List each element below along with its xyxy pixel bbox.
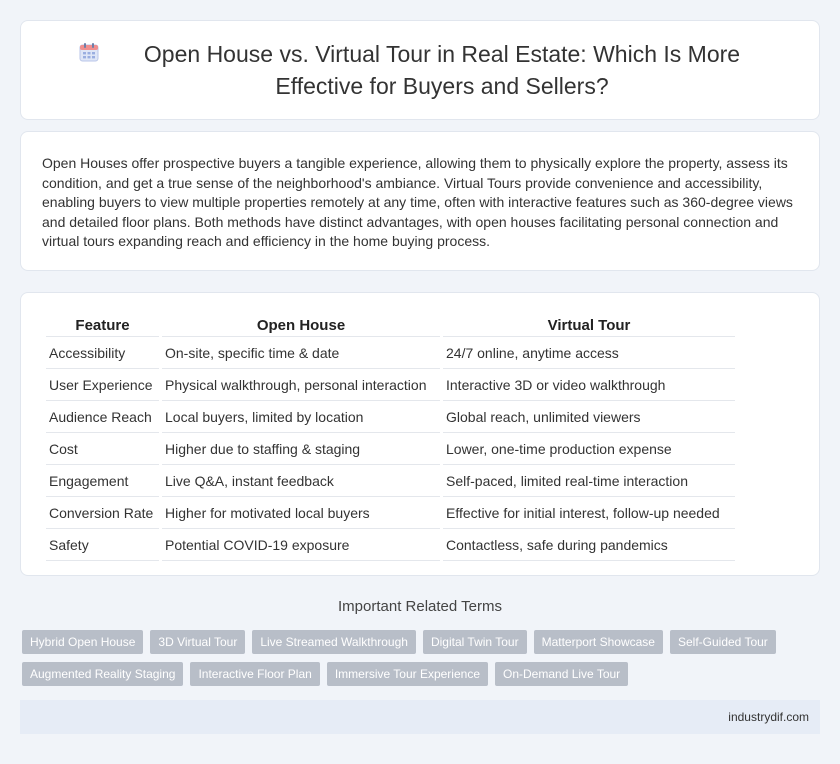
table-cell-virtual-tour: Self-paced, limited real-time interactio… [443,467,735,497]
footer-site-link[interactable]: industrydif.com [728,710,809,724]
tag-matterport-showcase[interactable]: Matterport Showcase [533,630,663,654]
table-row: Engagement Live Q&A, instant feedback Se… [46,467,735,497]
table-row: Conversion Rate Higher for motivated loc… [46,499,735,529]
table-cell-virtual-tour: Lower, one-time production expense [443,435,735,465]
table-cell-open-house: Potential COVID-19 exposure [162,531,440,561]
tag-augmented-reality-staging[interactable]: Augmented Reality Staging [22,662,184,686]
comparison-card: Feature Open House Virtual Tour Accessib… [20,292,820,576]
column-header-virtual-tour: Virtual Tour [443,313,735,337]
tag-interactive-floor-plan[interactable]: Interactive Floor Plan [190,662,320,686]
table-row: Cost Higher due to staffing & staging Lo… [46,435,735,465]
table-cell-open-house: Physical walkthrough, personal interacti… [162,371,440,401]
related-terms-heading: Important Related Terms [338,598,502,615]
table-cell-feature: User Experience [46,371,159,401]
table-row: Safety Potential COVID-19 exposure Conta… [46,531,735,561]
table-cell-feature: Accessibility [46,339,159,369]
table-cell-feature: Audience Reach [46,403,159,433]
table-cell-feature: Conversion Rate [46,499,159,529]
related-terms-list: Hybrid Open House 3D Virtual Tour Live S… [22,630,812,694]
table-cell-open-house: Local buyers, limited by location [162,403,440,433]
table-cell-virtual-tour: Effective for initial interest, follow-u… [443,499,735,529]
table-cell-virtual-tour: Global reach, unlimited viewers [443,403,735,433]
tag-live-streamed-walkthrough[interactable]: Live Streamed Walkthrough [252,630,416,654]
title-wrap: Open House vs. Virtual Tour in Real Esta… [38,38,802,102]
table-cell-virtual-tour: Interactive 3D or video walkthrough [443,371,735,401]
intro-paragraph: Open Houses offer prospective buyers a t… [42,155,793,250]
tag-digital-twin-tour[interactable]: Digital Twin Tour [422,630,527,654]
intro-card: Open Houses offer prospective buyers a t… [20,131,820,271]
table-cell-virtual-tour: 24/7 online, anytime access [443,339,735,369]
tag-self-guided-tour[interactable]: Self-Guided Tour [669,630,776,654]
table-cell-open-house: Live Q&A, instant feedback [162,467,440,497]
table-cell-open-house: On-site, specific time & date [162,339,440,369]
comparison-table: Feature Open House Virtual Tour Accessib… [43,311,738,563]
tag-on-demand-live-tour[interactable]: On-Demand Live Tour [495,662,629,686]
table-cell-feature: Engagement [46,467,159,497]
table-row: Audience Reach Local buyers, limited by … [46,403,735,433]
table-cell-open-house: Higher due to staffing & staging [162,435,440,465]
table-row: Accessibility On-site, specific time & d… [46,339,735,369]
footer: industrydif.com [20,700,820,734]
title-card: Open House vs. Virtual Tour in Real Esta… [20,20,820,120]
tag-hybrid-open-house[interactable]: Hybrid Open House [22,630,144,654]
table-cell-feature: Cost [46,435,159,465]
tag-3d-virtual-tour[interactable]: 3D Virtual Tour [150,630,246,654]
table-header-row: Feature Open House Virtual Tour [46,313,735,337]
table-cell-open-house: Higher for motivated local buyers [162,499,440,529]
table-cell-feature: Safety [46,531,159,561]
table-row: User Experience Physical walkthrough, pe… [46,371,735,401]
column-header-feature: Feature [46,313,159,337]
calendar-icon [78,41,100,63]
table-cell-virtual-tour: Contactless, safe during pandemics [443,531,735,561]
tag-immersive-tour-experience[interactable]: Immersive Tour Experience [326,662,488,686]
column-header-open-house: Open House [162,313,440,337]
page-title: Open House vs. Virtual Tour in Real Esta… [143,41,741,99]
